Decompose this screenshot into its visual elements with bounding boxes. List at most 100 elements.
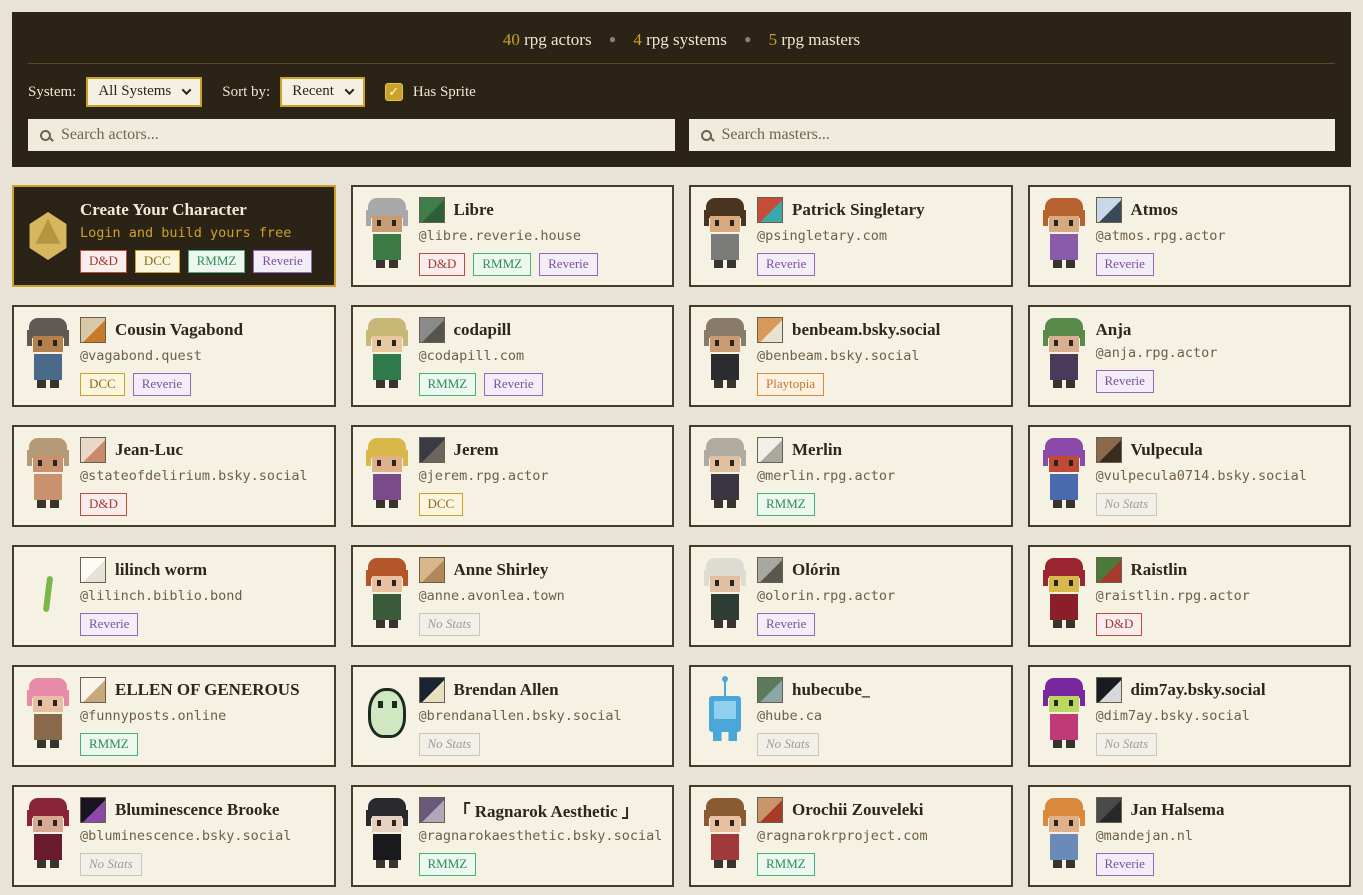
sort-select-value: Recent [292, 83, 334, 100]
badge-dnd: D&D [1096, 613, 1143, 636]
actor-card[interactable]: Patrick Singletary @psingletary.com Reve… [689, 185, 1013, 287]
actor-name: 「 Ragnarok Aesthetic 」 [454, 797, 639, 822]
actor-sprite [16, 432, 80, 520]
actor-card[interactable]: Olórin @olorin.rpg.actor Reverie [689, 545, 1013, 647]
actor-name: Anne Shirley [454, 560, 549, 580]
actor-name: Merlin [792, 440, 842, 460]
actor-sprite [1032, 192, 1096, 280]
badge-row: No Stats [419, 733, 622, 756]
has-sprite-checkbox[interactable]: ✓ [385, 83, 403, 101]
systems-count: 4 rpg systems [633, 30, 727, 49]
actor-card[interactable]: Bluminescence Brooke @bluminescence.bsky… [12, 785, 336, 887]
actor-avatar [1096, 557, 1122, 583]
actor-handle: @psingletary.com [757, 228, 925, 244]
actor-name: Orochii Zouveleki [792, 800, 923, 820]
chevron-down-icon [344, 85, 354, 95]
actor-handle: @libre.reverie.house [419, 228, 598, 244]
create-character-card[interactable]: Create Your Character Login and build yo… [12, 185, 336, 287]
search-actors-input[interactable] [61, 126, 663, 144]
badge-row: Reverie [80, 613, 243, 636]
actor-sprite [355, 192, 419, 280]
badge-dcc: DCC [135, 250, 180, 273]
actor-card[interactable]: Raistlin @raistlin.rpg.actor D&D [1028, 545, 1352, 647]
actor-card[interactable]: benbeam.bsky.social @benbeam.bsky.social… [689, 305, 1013, 407]
actor-card[interactable]: codapill @codapill.com RMMZReverie [351, 305, 675, 407]
actor-name: lilinch worm [115, 560, 207, 580]
actor-sprite [355, 672, 419, 760]
badge-row: No Stats [1096, 733, 1266, 756]
actor-card[interactable]: Cousin Vagabond @vagabond.quest DCCRever… [12, 305, 336, 407]
actor-avatar [80, 437, 106, 463]
actor-handle: @lilinch.biblio.bond [80, 588, 243, 604]
actor-card[interactable]: 「 Ragnarok Aesthetic 」 @ragnarokaestheti… [351, 785, 675, 887]
badge-row: RMMZ [757, 853, 928, 876]
actor-card[interactable]: dim7ay.bsky.social @dim7ay.bsky.social N… [1028, 665, 1352, 767]
actor-name: Jean-Luc [115, 440, 183, 460]
actor-avatar [419, 197, 445, 223]
actor-handle: @ragnarokrproject.com [757, 828, 928, 844]
badge-row: RMMZ [757, 493, 895, 516]
actor-name: Anja [1096, 320, 1132, 340]
badge-reverie: Reverie [539, 253, 597, 276]
actor-avatar [419, 797, 445, 823]
actor-sprite [693, 672, 757, 760]
search-icon [40, 130, 51, 141]
actor-card[interactable]: lilinch worm @lilinch.biblio.bond Reveri… [12, 545, 336, 647]
actor-handle: @anne.avonlea.town [419, 588, 565, 604]
actor-card[interactable]: Anja @anja.rpg.actor Reverie [1028, 305, 1352, 407]
actor-card[interactable]: ELLEN OF GENEROUS @funnyposts.online RMM… [12, 665, 336, 767]
actor-handle: @atmos.rpg.actor [1096, 228, 1226, 244]
actor-sprite [693, 192, 757, 280]
actor-sprite [1032, 432, 1096, 520]
actor-sprite [16, 312, 80, 400]
actor-card[interactable]: Orochii Zouveleki @ragnarokrproject.com … [689, 785, 1013, 887]
actors-count: 40 rpg actors [503, 30, 592, 49]
actor-avatar [419, 557, 445, 583]
actor-name: hubecube_ [792, 680, 870, 700]
actor-avatar [1096, 197, 1122, 223]
actor-avatar [80, 317, 106, 343]
badge-reverie: Reverie [1096, 853, 1154, 876]
badge-reverie: Reverie [484, 373, 542, 396]
badge-rmmz: RMMZ [473, 253, 531, 276]
actor-avatar [757, 317, 783, 343]
actor-name: Jan Halsema [1131, 800, 1225, 820]
actor-handle: @codapill.com [419, 348, 543, 364]
sort-select[interactable]: Recent [280, 77, 365, 107]
actor-avatar [1096, 797, 1122, 823]
actor-avatar [757, 437, 783, 463]
actor-name: Jerem [454, 440, 499, 460]
actor-handle: @vulpecula0714.bsky.social [1096, 468, 1307, 484]
actor-card[interactable]: Merlin @merlin.rpg.actor RMMZ [689, 425, 1013, 527]
actor-card[interactable]: Anne Shirley @anne.avonlea.town No Stats [351, 545, 675, 647]
badge-reverie: Reverie [757, 613, 815, 636]
actor-avatar [757, 797, 783, 823]
actor-sprite [1032, 312, 1096, 400]
actor-sprite [16, 672, 80, 760]
actor-name: Olórin [792, 560, 840, 580]
actor-avatar [1096, 437, 1122, 463]
actor-card[interactable]: Libre @libre.reverie.house D&DRMMZReveri… [351, 185, 675, 287]
actor-card[interactable]: hubecube_ @hube.ca No Stats [689, 665, 1013, 767]
actor-card[interactable]: Vulpecula @vulpecula0714.bsky.social No … [1028, 425, 1352, 527]
badge-rmmz: RMMZ [188, 250, 246, 273]
actor-grid: Create Your Character Login and build yo… [12, 185, 1351, 887]
badge-row: No Stats [757, 733, 870, 756]
actor-avatar [419, 677, 445, 703]
actor-sprite [693, 432, 757, 520]
actor-card[interactable]: Jean-Luc @stateofdelirium.bsky.social D&… [12, 425, 336, 527]
badge-reverie: Reverie [1096, 370, 1154, 393]
actor-avatar [757, 557, 783, 583]
search-masters-input[interactable] [722, 126, 1324, 144]
badge-reverie: Reverie [253, 250, 311, 273]
actor-avatar [80, 797, 106, 823]
actor-card[interactable]: Brendan Allen @brendanallen.bsky.social … [351, 665, 675, 767]
actor-card[interactable]: Jan Halsema @mandejan.nl Reverie [1028, 785, 1352, 887]
actor-card[interactable]: Jerem @jerem.rpg.actor DCC [351, 425, 675, 527]
actor-card[interactable]: Atmos @atmos.rpg.actor Reverie [1028, 185, 1352, 287]
actor-sprite [693, 552, 757, 640]
system-select[interactable]: All Systems [86, 77, 202, 107]
actor-sprite [355, 432, 419, 520]
actor-sprite [1032, 552, 1096, 640]
stat-separator: ● [609, 32, 616, 46]
